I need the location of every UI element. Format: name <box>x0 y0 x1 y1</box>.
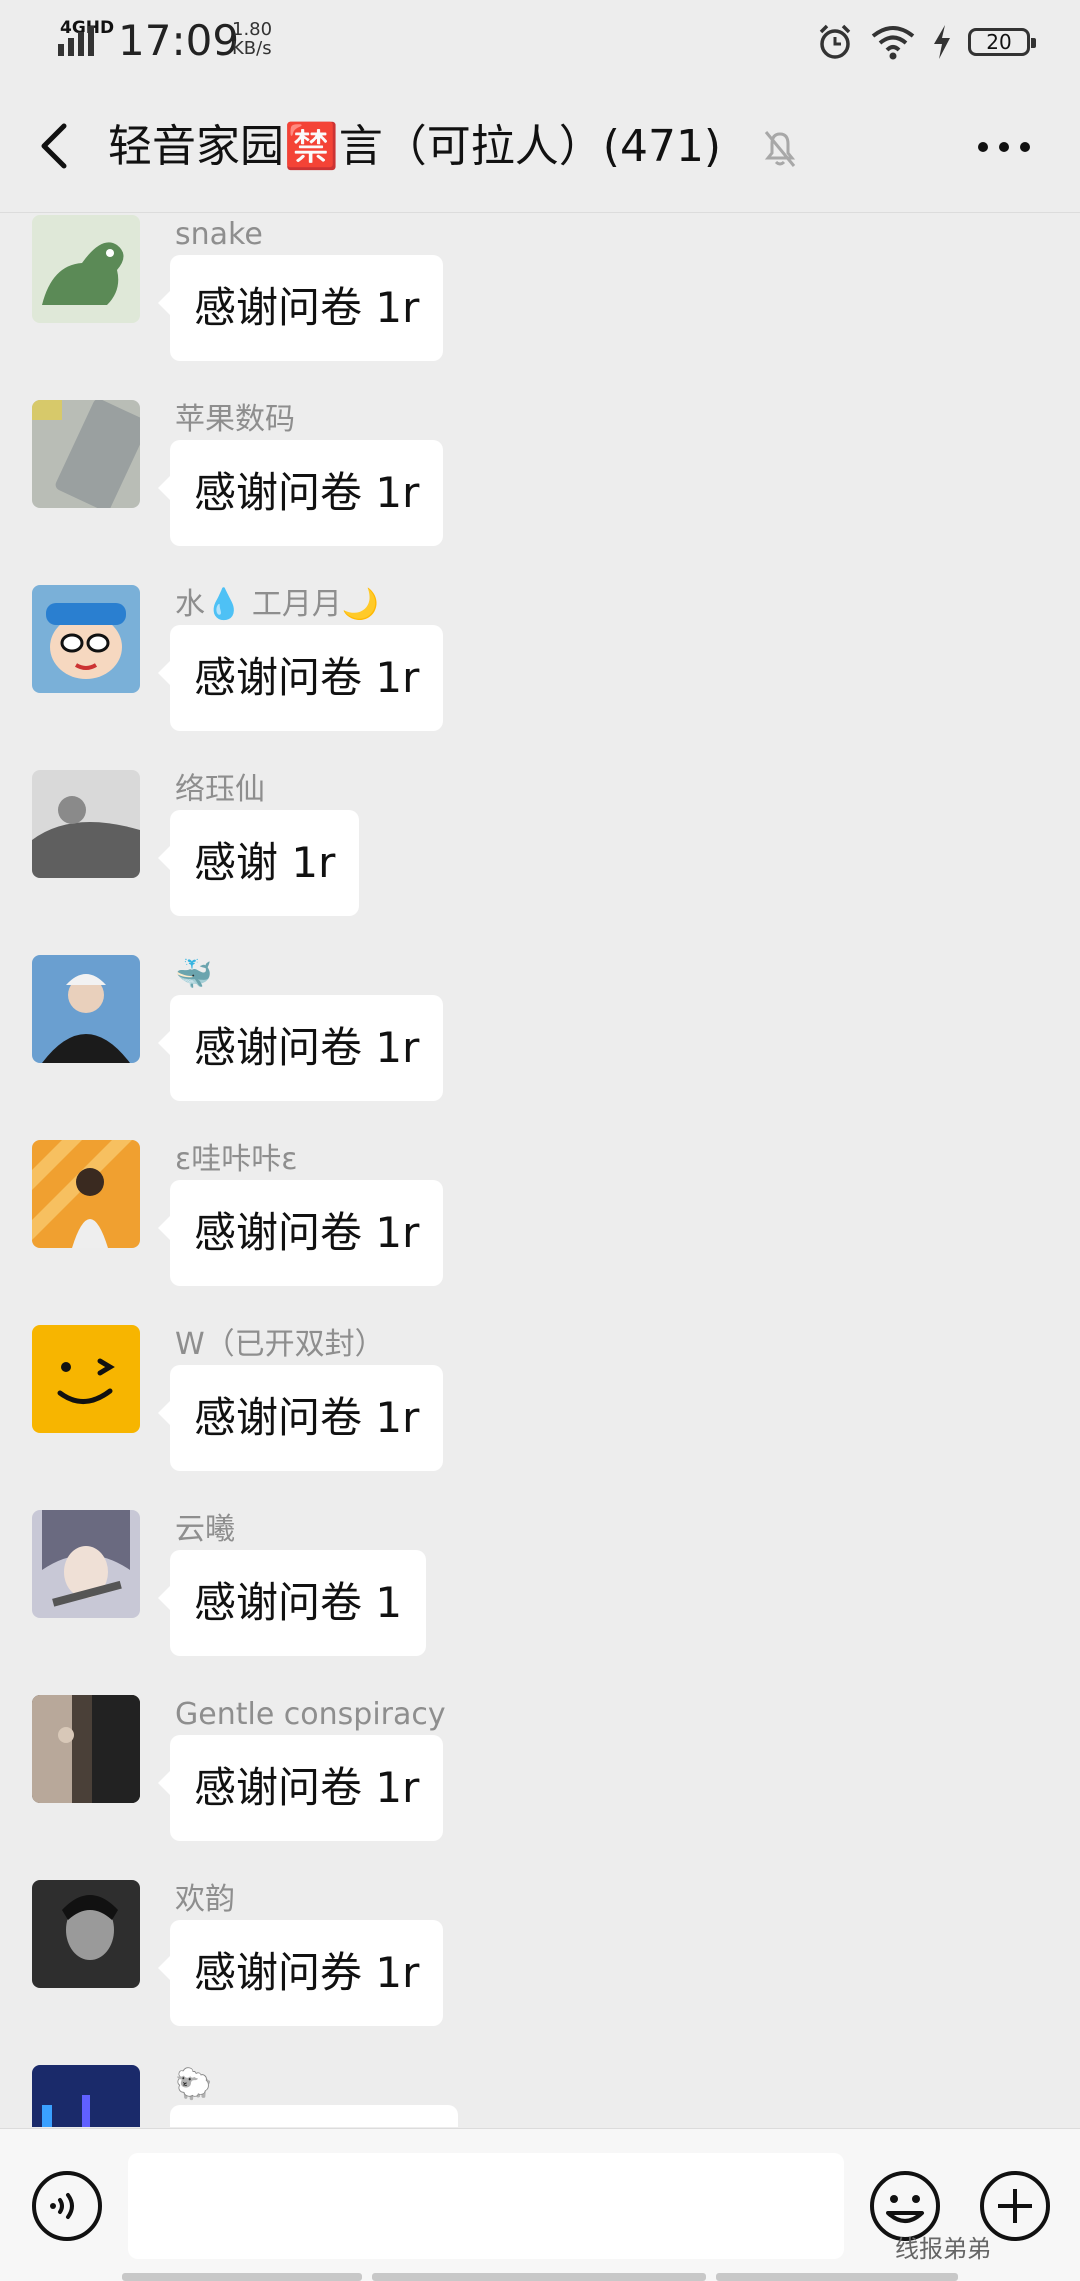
street-photo-avatar-icon <box>32 1695 140 1803</box>
network-speed: 1.80 KB/s <box>232 20 272 58</box>
phone-photo-avatar-icon <box>32 400 140 508</box>
chat-title[interactable]: 轻音家园🈲言（可拉人）(471) <box>108 120 721 174</box>
message-bubble[interactable]: 感谢问卷 1r <box>157 255 444 361</box>
message-item: ε哇咔咔ε 感谢问卷 1r <box>0 1140 1080 1320</box>
battery-level: 20 <box>986 30 1012 54</box>
message-item: 云曦 感谢问卷 1 <box>0 1510 1080 1690</box>
message-item: 水💧 工月月🌙 感谢问卷 1r <box>0 585 1080 765</box>
cartoon-avatar-icon <box>32 585 140 693</box>
avatar[interactable] <box>32 1510 140 1618</box>
night-city-avatar-icon <box>32 2065 140 2127</box>
wink-face-avatar-icon <box>32 1325 140 1433</box>
message-bubble[interactable]: 感谢问卷 1r <box>157 995 444 1101</box>
sender-name: 云曦 <box>175 1512 235 1547</box>
mute-bell-icon <box>764 131 796 167</box>
input-bar: 线报弟弟 <box>0 2128 1080 2281</box>
message-bubble[interactable] <box>170 2105 458 2127</box>
network-speed-unit: KB/s <box>232 38 272 59</box>
message-item: W（已开双封） 感谢问卷 1r <box>0 1325 1080 1505</box>
sender-name: 络珏仙 <box>175 772 265 807</box>
bw-photo-avatar-icon <box>32 770 140 878</box>
sender-name: snake <box>175 217 263 252</box>
sender-name: 苹果数码 <box>175 402 295 437</box>
message-bubble[interactable]: 感谢问卷 1r <box>157 1735 444 1841</box>
message-bubble[interactable]: 感谢问卷 1r <box>157 440 444 546</box>
sender-name: 🐳 <box>175 957 213 992</box>
chat-header: 轻音家园🈲言（可拉人）(471) <box>0 80 1080 213</box>
signal-icon <box>58 26 94 56</box>
message-bubble[interactable]: 感谢问卷 1r <box>157 1365 444 1471</box>
message-bubble[interactable]: 感谢问卷 1r <box>157 1180 444 1286</box>
sender-name: W（已开双封） <box>175 1327 385 1362</box>
avatar[interactable] <box>32 1140 140 1248</box>
message-bubble[interactable]: 感谢问券 1r <box>157 1920 444 2026</box>
status-bar: 4GHD 17:09 1.80 KB/s 20 <box>0 0 1080 80</box>
message-item: 欢韵 感谢问券 1r <box>0 1880 1080 2060</box>
person-avatar-icon <box>32 955 140 1063</box>
avatar[interactable] <box>32 955 140 1063</box>
voice-input-icon[interactable] <box>30 2169 104 2243</box>
avatar[interactable] <box>32 1880 140 1988</box>
message-bubble[interactable]: 感谢 1r <box>157 810 360 916</box>
dark-portrait-avatar-icon <box>32 1880 140 1988</box>
charging-icon <box>934 25 950 59</box>
message-item: snake 感谢问卷 1r <box>0 215 1080 395</box>
message-item: 🐳 感谢问卷 1r <box>0 955 1080 1135</box>
battery-icon: 20 <box>968 28 1036 56</box>
watermark: 线报弟弟 <box>895 2235 991 2263</box>
alarm-icon <box>819 24 851 59</box>
avatar[interactable] <box>32 585 140 693</box>
avatar[interactable] <box>32 770 140 878</box>
message-item: 络珏仙 感谢 1r <box>0 770 1080 950</box>
avatar[interactable] <box>32 1695 140 1803</box>
message-input[interactable] <box>128 2153 844 2259</box>
sender-name: 欢韵 <box>175 1882 235 1917</box>
more-options-icon[interactable] <box>976 140 1032 154</box>
avatar[interactable] <box>32 1325 140 1433</box>
message-item: Gentle conspiracy 感谢问卷 1r <box>0 1695 1080 1875</box>
avatar[interactable] <box>32 215 140 323</box>
message-bubble[interactable]: 感谢问卷 1 <box>157 1550 427 1656</box>
wifi-icon <box>871 26 915 60</box>
message-bubble[interactable]: 感谢问卷 1r <box>157 625 444 731</box>
message-item: 苹果数码 感谢问卷 1r <box>0 400 1080 580</box>
dinosaur-avatar-icon <box>32 215 140 323</box>
avatar[interactable] <box>32 2065 140 2127</box>
anime-avatar-icon <box>32 1510 140 1618</box>
message-list[interactable]: snake 感谢问卷 1r 苹果数码 感谢问卷 1r 水💧 工月月🌙 感谢问卷 … <box>0 213 1080 2127</box>
girl-photo-avatar-icon <box>32 1140 140 1248</box>
back-arrow-icon[interactable] <box>32 118 82 174</box>
sender-name: ε哇咔咔ε <box>175 1142 298 1177</box>
navigation-bar <box>0 2269 1080 2281</box>
sender-name: 🐑 <box>175 2067 213 2102</box>
message-item: 🐑 <box>0 2065 1080 2127</box>
avatar[interactable] <box>32 400 140 508</box>
sender-name: 水💧 工月月🌙 <box>175 587 380 622</box>
clock: 17:09 <box>118 16 240 65</box>
sender-name: Gentle conspiracy <box>175 1697 446 1732</box>
network-speed-value: 1.80 <box>232 19 273 40</box>
status-icons: 20 <box>816 20 1036 64</box>
